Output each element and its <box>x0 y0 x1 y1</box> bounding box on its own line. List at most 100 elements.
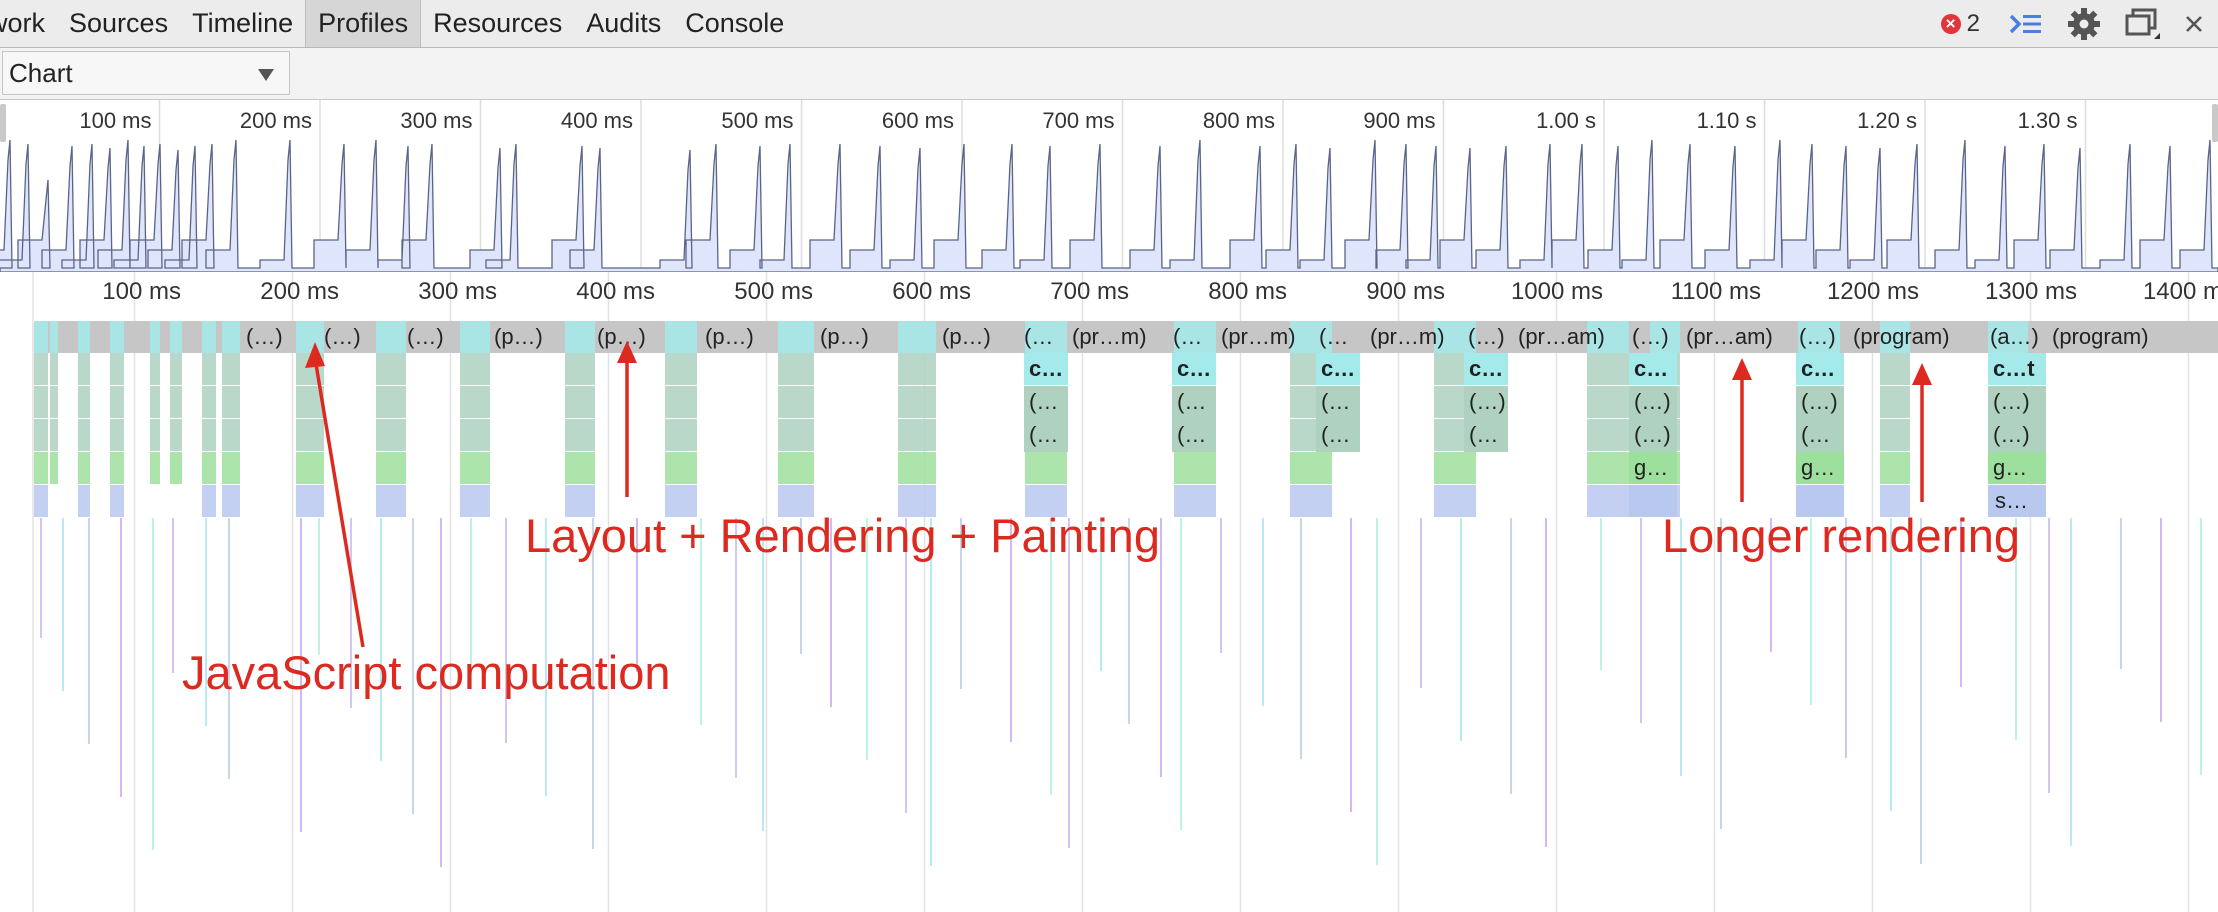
program-frame-label: (… <box>1173 324 1203 349</box>
stack-frame-label: (…) <box>1634 389 1671 414</box>
dropdown-arrow-icon <box>258 69 274 81</box>
stack-frame-label: c…t <box>1993 356 2035 381</box>
program-frame-label: (program) <box>2052 324 2149 349</box>
stack-frame-label: c… <box>1177 356 1212 381</box>
flame-tick-label: 700 ms <box>1050 278 1129 305</box>
program-frame-label: (pr…am) <box>1518 324 1605 349</box>
flame-tick-label: 1100 ms <box>1670 278 1761 305</box>
dock-icon[interactable] <box>2124 7 2162 41</box>
tab-timeline[interactable]: Timeline <box>180 0 305 47</box>
flame-tick-label: 1400 ms <box>2142 278 2218 305</box>
panel-tabs: work Sources Timeline Profiles Resources… <box>0 0 796 48</box>
close-icon[interactable] <box>2184 14 2204 34</box>
overview-tick-label: 1.30 s <box>2017 108 2078 133</box>
overview-tick-label: 800 ms <box>1202 108 1275 133</box>
annotation-longer-rendering: Longer rendering <box>1662 509 2020 562</box>
flame-tick-label: 1200 ms <box>1826 278 1919 305</box>
overview-tick-label: 1.20 s <box>1857 108 1917 133</box>
flame-tick-label: 900 ms <box>1366 278 1445 305</box>
annotation-layout-rendering: Layout + Rendering + Painting <box>525 509 1160 562</box>
overview-tick-label: 100 ms <box>79 108 152 133</box>
annotation-js-computation: JavaScript computation <box>182 646 671 699</box>
program-frame-label: (… <box>1024 324 1054 349</box>
overview-tick-label: 1.00 s <box>1536 108 1596 133</box>
program-frame-label: (pr…am) <box>1686 324 1773 349</box>
flame-tick-label: 1300 ms <box>1984 278 2077 305</box>
overview-tick-label: 500 ms <box>721 108 794 133</box>
error-count: 2 <box>1966 10 1980 37</box>
program-frame-label: (p…) <box>820 324 869 349</box>
stack-frame-label: (… <box>1321 422 1351 447</box>
program-frame-label: (…) <box>407 324 444 349</box>
stack-frame-label: (… <box>1469 422 1499 447</box>
overview-right-handle[interactable] <box>2212 104 2218 142</box>
program-frame-label: (p…) <box>705 324 754 349</box>
stack-frame-label: (…) <box>1993 389 2030 414</box>
overview-tick-label: 700 ms <box>1042 108 1115 133</box>
overview-tick-label: 1.10 s <box>1696 108 1757 133</box>
profile-view-bar: Chart <box>0 48 2218 100</box>
flame-tick-label: 500 ms <box>734 278 813 305</box>
flame-chart[interactable]: 100 ms 200 ms 300 ms 400 ms 500 ms 600 ms 700 … <box>0 272 2218 912</box>
program-frame-label: (pr…m) <box>1072 324 1147 349</box>
flame-tick-label: 1000 ms <box>1510 278 1603 305</box>
stack-frame-label: g… <box>1801 455 1836 480</box>
flame-tick-label: 800 ms <box>1208 278 1287 305</box>
program-frame-label: (… <box>1319 324 1349 349</box>
overview-ruler: 100 ms 200 ms 300 ms 400 ms 500 ms 600 ms 700 … <box>0 100 2218 272</box>
stack-frame-label: (… <box>1177 422 1207 447</box>
overview-left-handle[interactable] <box>0 104 6 142</box>
stack-frame-label: (…) <box>1469 389 1506 414</box>
flame-tick-label: 400 ms <box>576 278 655 305</box>
tab-network[interactable]: work <box>0 0 57 47</box>
program-frame-label: (program) <box>1853 324 1950 349</box>
program-frame-label: (a…) <box>1990 324 2039 349</box>
program-frame-label: (…) <box>1468 324 1505 349</box>
flame-tick-label: 200 ms <box>260 278 339 305</box>
program-frame-label: (pr…m) <box>1221 324 1296 349</box>
stack-frame-label: (…) <box>1993 422 2030 447</box>
stack-frame-label: (… <box>1029 422 1059 447</box>
stack-frame-label: c… <box>1321 356 1356 381</box>
tab-audits[interactable]: Audits <box>574 0 673 47</box>
stack-frame-label: (… <box>1321 389 1351 414</box>
overview-tick-label: 200 ms <box>239 108 312 133</box>
settings-gear-icon[interactable] <box>2066 6 2102 42</box>
console-drawer-icon[interactable] <box>2008 10 2044 38</box>
overview-pane[interactable]: 100 ms 200 ms 300 ms 400 ms 500 ms 600 ms 700 … <box>0 100 2218 272</box>
stack-frame-label: (… <box>1177 389 1207 414</box>
error-counter[interactable]: × 2 <box>1940 10 1980 38</box>
stack-frame-label: c… <box>1801 356 1836 381</box>
stack-frame-label: (… <box>1029 389 1059 414</box>
program-frame-label: (…) <box>1632 324 1669 349</box>
flame-tick-label: 100 ms <box>102 278 181 305</box>
flame-tick-label: 300 ms <box>418 278 497 305</box>
flame-chart-labels: 100 ms 200 ms 300 ms 400 ms 500 ms 600 ms 700 … <box>0 272 2218 912</box>
program-frame-label: (p…) <box>942 324 991 349</box>
stack-frame-label: c… <box>1469 356 1504 381</box>
stack-frame-label: c… <box>1634 356 1669 381</box>
toolbar-right-tools: × 2 <box>1940 0 2218 48</box>
tab-profiles[interactable]: Profiles <box>305 0 422 47</box>
stack-frame-label: (…) <box>1634 422 1671 447</box>
tab-sources[interactable]: Sources <box>57 0 180 47</box>
tab-resources[interactable]: Resources <box>421 0 574 47</box>
program-frame-label: (…) <box>324 324 361 349</box>
program-frame-label: (…) <box>1799 324 1836 349</box>
stack-frame-label: (… <box>1801 422 1831 447</box>
devtools-toolbar: work Sources Timeline Profiles Resources… <box>0 0 2218 48</box>
program-frame-label: (…) <box>246 324 283 349</box>
overview-tick-label: 600 ms <box>881 108 954 133</box>
tab-console[interactable]: Console <box>673 0 796 47</box>
error-icon: × <box>1940 14 1961 34</box>
program-frame-label: (p…) <box>597 324 646 349</box>
program-frame-label: (p…) <box>494 324 543 349</box>
stack-frame-label: c… <box>1029 356 1064 381</box>
overview-tick-label: 300 ms <box>400 108 473 133</box>
view-mode-value: Chart <box>9 58 73 88</box>
stack-frame-label: g… <box>1993 455 2028 480</box>
stack-frame-label: g… <box>1634 455 1669 480</box>
overview-tick-label: 400 ms <box>560 108 633 133</box>
flame-tick-label: 600 ms <box>892 278 971 305</box>
view-mode-select[interactable]: Chart <box>2 51 290 95</box>
